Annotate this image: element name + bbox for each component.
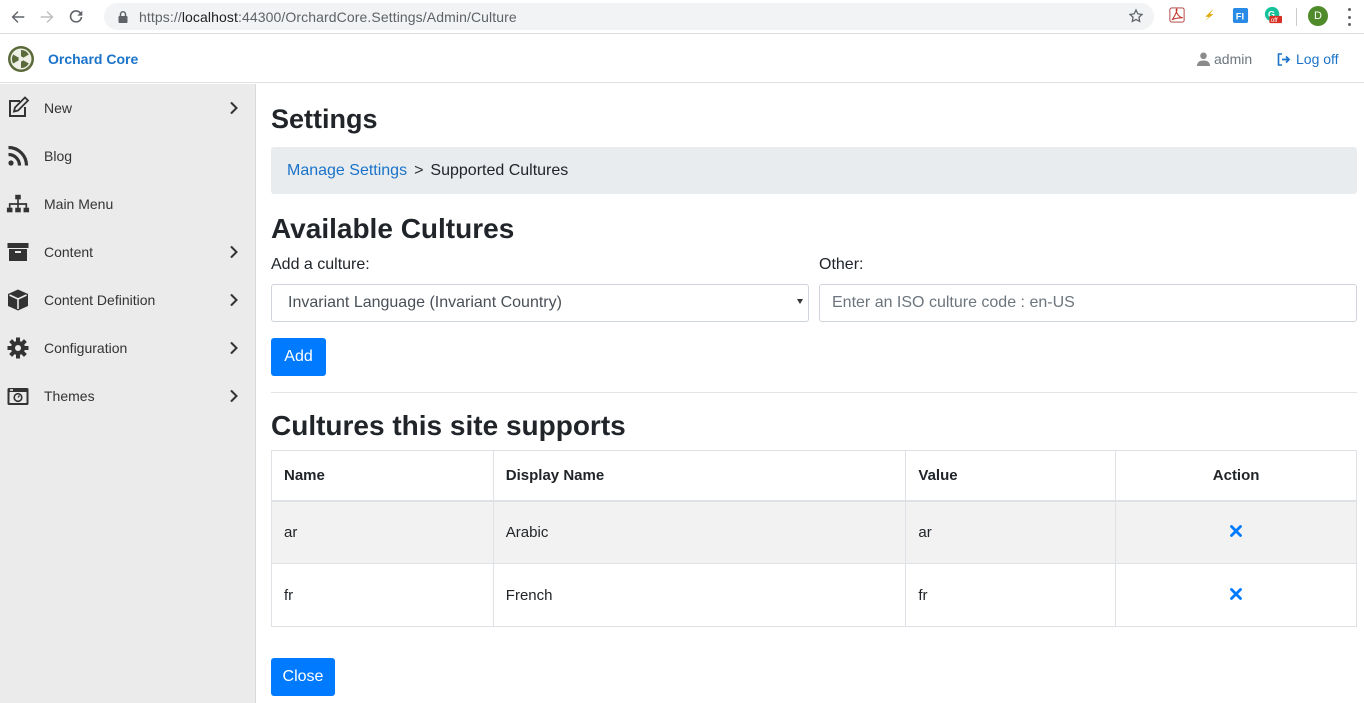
lightning-extension-icon[interactable] xyxy=(1200,6,1218,24)
culture-action-cell xyxy=(1115,563,1357,627)
culture-display-name: Arabic xyxy=(492,500,907,564)
table-header-row: Name Display Name Value Action xyxy=(271,450,1357,502)
add-culture-label: Add a culture: xyxy=(271,256,370,273)
fi-extension-icon[interactable]: FI xyxy=(1231,6,1249,24)
culture-name: ar xyxy=(271,500,494,564)
toolbar-divider xyxy=(1296,8,1297,26)
lock-icon xyxy=(118,10,128,23)
logoff-label: Log off xyxy=(1296,51,1339,67)
sitemap-icon xyxy=(5,191,31,217)
table-row: fr French fr xyxy=(271,563,1357,627)
sign-out-icon xyxy=(1277,52,1291,66)
browser-menu-icon[interactable] xyxy=(1344,8,1354,26)
admin-navbar: Orchard Core admin Log off xyxy=(0,35,1364,83)
chevron-right-icon xyxy=(230,389,238,403)
column-header-display-name: Display Name xyxy=(492,450,907,502)
extension-badge: off xyxy=(1271,17,1278,24)
chevron-right-icon xyxy=(230,341,238,355)
culture-value: ar xyxy=(905,500,1117,564)
back-icon[interactable] xyxy=(7,6,29,28)
remove-culture-icon[interactable] xyxy=(1230,524,1242,537)
brand-name[interactable]: Orchard Core xyxy=(48,51,138,67)
column-header-action: Action xyxy=(1115,450,1357,502)
sidebar-item-configuration[interactable]: Configuration xyxy=(0,324,255,372)
archive-icon xyxy=(5,239,31,265)
supported-cultures-heading: Cultures this site supports xyxy=(271,410,626,441)
browser-toolbar: https://localhost:44300/OrchardCore.Sett… xyxy=(0,0,1364,34)
breadcrumb-manage-settings[interactable]: Manage Settings xyxy=(287,162,407,180)
breadcrumb-separator: > xyxy=(414,161,424,179)
sidebar-item-content-definition[interactable]: Content Definition xyxy=(0,276,255,324)
chevron-right-icon xyxy=(230,101,238,115)
rss-icon xyxy=(5,143,31,169)
bookmark-star-icon[interactable] xyxy=(1128,8,1144,24)
svg-text:FI: FI xyxy=(1235,11,1243,22)
sidebar-item-content[interactable]: Content xyxy=(0,228,255,276)
cog-icon xyxy=(5,335,31,361)
sidebar-item-main-menu[interactable]: Main Menu xyxy=(0,180,255,228)
chevron-right-icon xyxy=(230,293,238,307)
culture-display-name: French xyxy=(492,563,907,627)
culture-action-cell xyxy=(1115,500,1357,564)
iso-culture-input[interactable] xyxy=(819,284,1357,322)
admin-sidebar: New Blog Main Menu Content Content Defin… xyxy=(0,84,256,703)
username: admin xyxy=(1214,51,1253,67)
address-bar[interactable]: https://localhost:44300/OrchardCore.Sett… xyxy=(104,3,1154,30)
sidebar-item-themes[interactable]: Themes xyxy=(0,372,255,420)
pdf-extension-icon[interactable] xyxy=(1168,6,1186,24)
sidebar-item-blog[interactable]: Blog xyxy=(0,132,255,180)
sidebar-item-new[interactable]: New xyxy=(0,84,255,132)
user-menu[interactable]: admin xyxy=(1197,51,1252,67)
culture-select[interactable]: Invariant Language (Invariant Country) xyxy=(271,284,809,322)
grammarly-extension-icon[interactable]: Goff xyxy=(1264,6,1282,24)
culture-value: fr xyxy=(905,563,1117,627)
chevron-right-icon xyxy=(230,245,238,259)
new-icon xyxy=(5,95,31,121)
other-label: Other: xyxy=(819,256,864,273)
orchard-logo-icon[interactable] xyxy=(7,45,35,73)
culture-name: fr xyxy=(271,563,494,627)
close-button[interactable]: Close xyxy=(271,658,335,696)
cube-icon xyxy=(5,287,31,313)
cultures-table: Name Display Name Value Action ar Arabic… xyxy=(271,450,1357,627)
add-button[interactable]: Add xyxy=(271,338,326,376)
column-header-name: Name xyxy=(271,450,494,502)
url-text: https://localhost:44300/OrchardCore.Sett… xyxy=(139,8,517,25)
user-icon xyxy=(1197,52,1210,66)
breadcrumb-current: Supported Cultures xyxy=(430,161,569,179)
page-title: Settings xyxy=(271,104,378,134)
camera-icon xyxy=(5,383,31,409)
forward-icon[interactable] xyxy=(36,6,58,28)
table-row: ar Arabic ar xyxy=(271,500,1357,564)
reload-icon[interactable] xyxy=(65,6,87,28)
breadcrumb: Manage Settings > Supported Cultures xyxy=(271,147,1357,194)
profile-avatar[interactable]: D xyxy=(1308,6,1328,26)
available-cultures-heading: Available Cultures xyxy=(271,213,515,244)
dropdown-caret-icon xyxy=(797,299,803,304)
logoff-link[interactable]: Log off xyxy=(1277,51,1339,67)
remove-culture-icon[interactable] xyxy=(1230,587,1242,600)
section-divider xyxy=(271,392,1357,393)
culture-select-value: Invariant Language (Invariant Country) xyxy=(288,294,562,311)
column-header-value: Value xyxy=(905,450,1117,502)
